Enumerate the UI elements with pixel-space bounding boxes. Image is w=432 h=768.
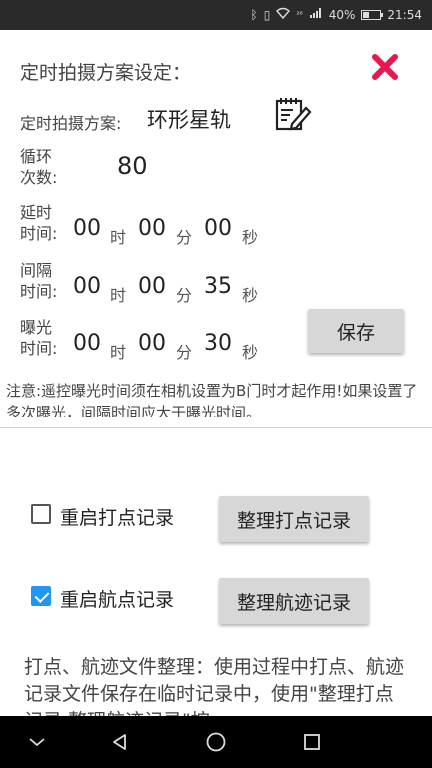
restart-point-record-label[interactable]: 重启打点记录 [60,503,174,530]
exposure-label-line1: 曝光 [20,318,53,337]
interval-hours-field[interactable]: 00 [73,274,101,299]
back-triangle-icon [113,734,126,750]
interval-label-line1: 间隔 [20,261,53,280]
clock: 21:54 [387,8,422,22]
nav-recents-button[interactable] [282,716,342,768]
organize-track-record-button[interactable]: 整理航迹记录 [219,578,369,624]
delay-hours-field[interactable]: 00 [73,216,101,241]
plan-value[interactable]: 环形星轨 [147,104,231,134]
battery-percent: 40% [328,8,356,22]
record-description: 打点、航迹文件整理：使用过程中打点、航迹记录文件保存在临时记录中，使用"整理打点… [24,656,404,716]
restart-track-record-label[interactable]: 重启航点记录 [60,585,174,612]
delay-seconds-field[interactable]: 00 [204,216,232,241]
delay-label-line2: 时间: [20,224,58,243]
exposure-minutes-field[interactable]: 00 [138,331,166,356]
nav-back-button[interactable] [90,716,150,768]
cycle-label-line2: 次数: [20,168,58,187]
interval-label: 间隔 时间: [20,260,57,302]
delay-minutes-field[interactable]: 00 [138,216,166,241]
interval-minute-unit: 分 [176,286,193,305]
screen: ᛒ ▯ ²⁶ 40% 21:54 定时拍摄方案设定： 定时拍摄方案: 环形星轨 [0,0,432,768]
bluetooth-icon: ᛒ [250,8,258,22]
network-type-label: ²⁶ [296,10,303,19]
nav-collapse-button[interactable] [7,716,67,768]
edit-plan-button[interactable] [274,96,312,132]
restart-track-record-checkbox[interactable] [31,586,51,606]
chevron-down-icon [29,738,45,747]
cycle-label-line1: 循环 [20,147,53,166]
interval-minutes-field[interactable]: 00 [138,274,166,299]
battery-icon [361,10,384,20]
battery-fill [363,12,370,18]
status-bar: ᛒ ▯ ²⁶ 40% 21:54 [0,0,432,30]
close-button[interactable] [368,50,402,84]
exposure-second-unit: 秒 [242,343,259,362]
save-button[interactable]: 保存 [308,309,404,353]
exposure-label: 曝光 时间: [20,317,57,359]
page-title: 定时拍摄方案设定： [20,62,192,84]
exposure-minute-unit: 分 [176,343,193,362]
cycle-label: 循环 次数: [20,146,57,188]
navigation-bar [0,716,432,768]
plan-label: 定时拍摄方案: [20,114,122,133]
exposure-hours-field[interactable]: 00 [73,331,101,356]
signal-icon [309,0,323,30]
interval-seconds-field[interactable]: 35 [204,274,232,299]
divider [0,427,432,428]
organize-point-record-button[interactable]: 整理打点记录 [219,496,369,542]
cycle-count-field[interactable]: 80 [117,152,148,180]
delay-label: 延时 时间: [20,202,57,244]
close-icon [372,54,398,80]
exposure-seconds-field[interactable]: 30 [204,331,232,356]
notice-text: 注意:遥控曝光时间须在相机设置为B门时才起作用!如果设置了多次曝光，间隔时间应大… [6,382,418,417]
interval-second-unit: 秒 [242,286,259,305]
wifi-icon [276,0,291,30]
recents-square-icon [304,734,320,750]
edit-icon [275,98,312,131]
delay-hour-unit: 时 [110,228,127,247]
vibrate-icon: ▯ [263,8,271,22]
exposure-label-line2: 时间: [20,339,58,358]
restart-point-record-checkbox[interactable] [31,504,51,524]
delay-minute-unit: 分 [176,228,193,247]
delay-second-unit: 秒 [242,228,259,247]
delay-label-line1: 延时 [20,203,53,222]
nav-home-button[interactable] [186,716,246,768]
exposure-hour-unit: 时 [110,343,127,362]
home-circle-icon [206,732,226,752]
interval-hour-unit: 时 [110,286,127,305]
interval-label-line2: 时间: [20,282,58,301]
